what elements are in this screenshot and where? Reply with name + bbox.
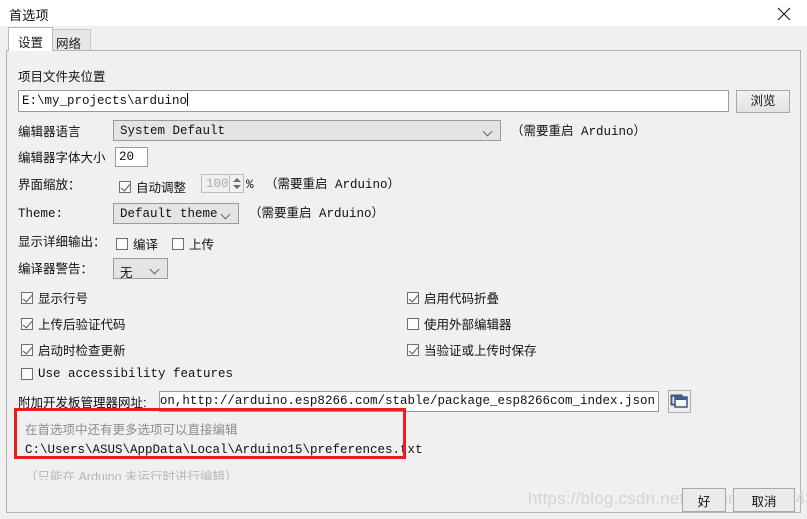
checkbox-box <box>21 291 33 304</box>
boards-manager-urls-value: x.json,http://arduino.esp8266.com/stable… <box>159 394 655 408</box>
editor-font-size-input[interactable]: 20 <box>115 147 148 167</box>
compiler-warnings-select[interactable]: 无 <box>113 258 168 280</box>
checkbox-box <box>407 343 419 356</box>
boards-manager-urls-input[interactable]: x.json,http://arduino.esp8266.com/stable… <box>159 391 659 412</box>
show-line-numbers-label: 显示行号 <box>38 292 89 306</box>
editor-language-value: System Default <box>120 124 226 138</box>
save-on-verify-label: 当验证或上传时保存 <box>424 344 537 358</box>
editor-language-select[interactable]: System Default <box>113 120 501 141</box>
settings-panel: 项目文件夹位置 E:\my_projects\arduino 浏览 编辑器语言 … <box>6 50 801 513</box>
preferences-dialog: 首选项 设置 网络 项目文件夹位置 E:\my_projects\arduino… <box>0 0 807 519</box>
theme-value: Default theme <box>120 207 218 221</box>
tab-settings[interactable]: 设置 <box>8 27 54 51</box>
scale-auto-label: 自动调整 <box>136 181 187 195</box>
tab-strip: 设置 网络 <box>0 26 807 51</box>
theme-note: （需要重启 Arduino） <box>249 207 385 221</box>
checkbox-box <box>407 291 419 304</box>
window-title: 首选项 <box>9 8 49 23</box>
scale-percent-label: % <box>246 178 254 192</box>
scale-auto-checkbox[interactable]: 自动调整 <box>119 177 186 196</box>
checkbox-box <box>119 180 131 193</box>
compiler-warnings-value: 无 <box>120 266 133 280</box>
text-caret <box>187 93 189 106</box>
verbose-compile-label: 编译 <box>133 238 159 252</box>
compiler-warnings-label: 编译器警告： <box>18 262 94 276</box>
editor-language-note: （需要重启 Arduino） <box>511 125 647 139</box>
checkbox-box <box>116 237 128 250</box>
browse-button[interactable]: 浏览 <box>736 90 790 113</box>
theme-select[interactable]: Default theme <box>113 203 239 224</box>
use-external-editor-label: 使用外部编辑器 <box>424 318 512 332</box>
sketchbook-location-label: 项目文件夹位置 <box>18 70 106 84</box>
editor-language-label: 编辑器语言 <box>18 125 81 139</box>
windows-icon <box>670 394 688 408</box>
verify-after-upload-label: 上传后验证代码 <box>38 318 126 332</box>
use-external-editor-checkbox[interactable]: 使用外部编辑器 <box>407 314 512 333</box>
checkbox-box <box>407 317 419 330</box>
checkbox-box <box>172 237 184 250</box>
enable-code-folding-label: 启用代码折叠 <box>424 292 500 306</box>
check-updates-on-startup-checkbox[interactable]: 启动时检查更新 <box>21 340 126 359</box>
editor-font-size-label: 编辑器字体大小 <box>18 151 106 165</box>
stepper-buttons[interactable] <box>229 175 243 192</box>
preferences-file-path: C:\Users\ASUS\AppData\Local\Arduino15\pr… <box>25 443 423 457</box>
scale-note: （需要重启 Arduino） <box>265 178 401 192</box>
verbose-output-label: 显示详细输出： <box>18 235 106 249</box>
verbose-compile-checkbox[interactable]: 编译 <box>116 234 158 253</box>
chevron-down-icon <box>484 128 493 133</box>
chevron-down-icon <box>222 211 231 216</box>
windows-icon-button[interactable] <box>668 390 691 413</box>
checkbox-box <box>21 368 33 380</box>
verbose-upload-checkbox[interactable]: 上传 <box>172 234 214 253</box>
scale-value-stepper[interactable]: 100 <box>201 174 244 193</box>
checkbox-box <box>21 317 33 330</box>
preferences-hint-line1: 在首选项中还有更多选项可以直接编辑 <box>25 423 238 437</box>
enable-code-folding-checkbox[interactable]: 启用代码折叠 <box>407 288 499 307</box>
cancel-button[interactable]: 取消 <box>733 488 795 512</box>
accessibility-features-label: Use accessibility features <box>38 367 234 381</box>
theme-label: Theme: <box>18 207 64 221</box>
scale-value: 100 <box>206 177 229 191</box>
stepper-up-icon[interactable] <box>233 178 241 182</box>
stepper-down-icon[interactable] <box>233 185 241 189</box>
check-updates-on-startup-label: 启动时检查更新 <box>38 344 126 358</box>
show-line-numbers-checkbox[interactable]: 显示行号 <box>21 288 88 307</box>
close-glyph <box>777 7 791 21</box>
interface-scale-label: 界面缩放： <box>18 178 81 192</box>
close-icon[interactable] <box>761 0 807 26</box>
verify-after-upload-checkbox[interactable]: 上传后验证代码 <box>21 314 126 333</box>
accessibility-features-checkbox[interactable]: Use accessibility features <box>21 367 233 381</box>
sketchbook-path-value: E:\my_projects\arduino <box>22 94 188 108</box>
checkbox-box <box>21 343 33 356</box>
verbose-upload-label: 上传 <box>189 238 215 252</box>
boards-manager-urls-label: 附加开发板管理器网址: <box>18 396 147 410</box>
title-bar: 首选项 <box>0 0 807 27</box>
ok-button[interactable]: 好 <box>682 488 726 512</box>
save-on-verify-checkbox[interactable]: 当验证或上传时保存 <box>407 340 537 359</box>
sketchbook-path-input[interactable]: E:\my_projects\arduino <box>18 90 729 112</box>
chevron-down-icon <box>151 266 160 271</box>
